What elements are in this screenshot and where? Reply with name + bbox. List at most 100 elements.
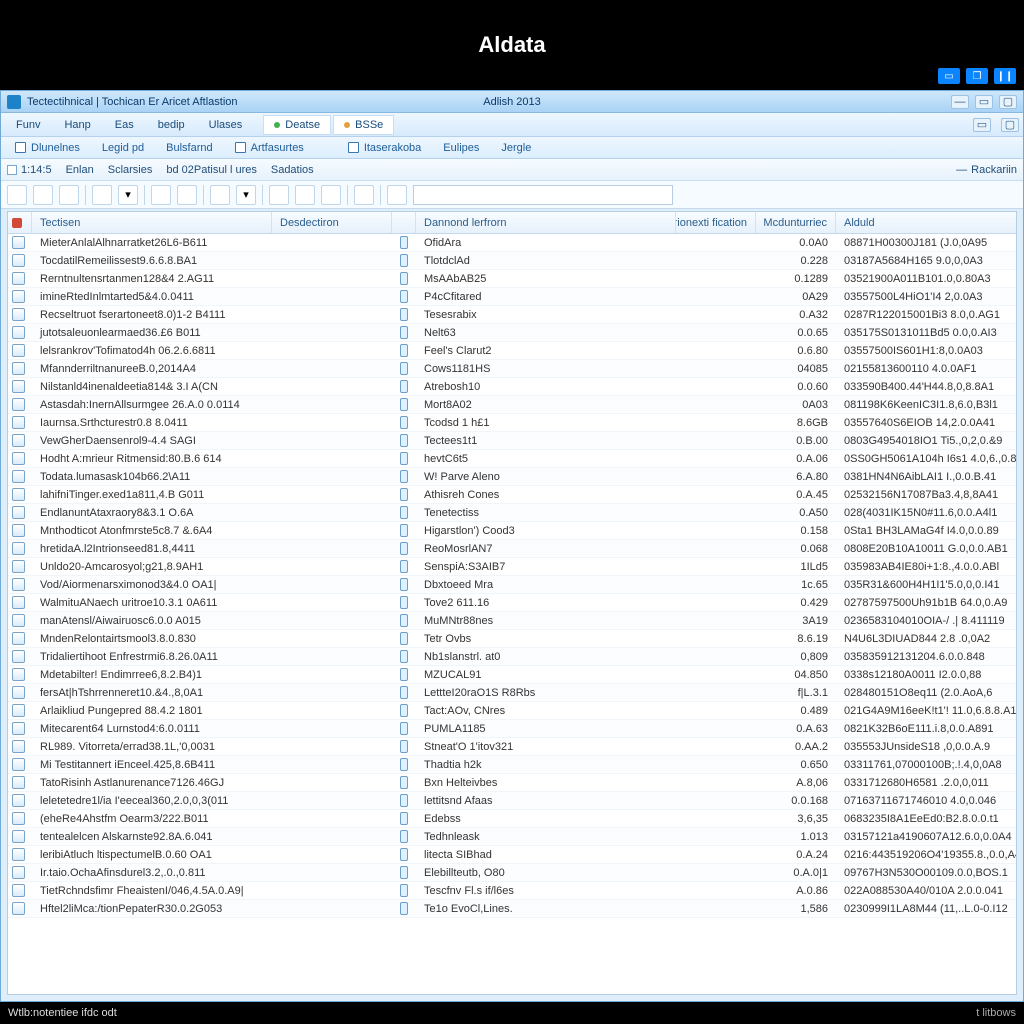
tool-searchbox[interactable] bbox=[413, 185, 673, 205]
table-row[interactable]: Mi Testitannert iEnceel.425,8.6B411Thadt… bbox=[8, 756, 1016, 774]
table-row[interactable]: (eheRe4Ahstfm Oearm3/222.B011Edebss3,6,3… bbox=[8, 810, 1016, 828]
sub-bd02[interactable]: bd 02Patisul l ures bbox=[166, 164, 257, 176]
tab-itaserakoba[interactable]: Itaserakoba bbox=[338, 139, 431, 157]
table-row[interactable]: leribiAtluch ltispectumelB.0.60 OA1litec… bbox=[8, 846, 1016, 864]
tool-table-icon[interactable] bbox=[59, 185, 79, 205]
os-snap-button[interactable]: ▭ bbox=[938, 68, 960, 84]
tool-record-icon[interactable] bbox=[7, 185, 27, 205]
cell-alduld: N4U6L3DIUAD844 2.8 .0,0A2 bbox=[836, 633, 1016, 645]
col-vrionexti[interactable]: Vrionexti fication bbox=[676, 212, 756, 233]
table-row[interactable]: fersAt|hTshrrenneret10.&4.,8,0A1LettteI2… bbox=[8, 684, 1016, 702]
tool-chart2-icon[interactable] bbox=[295, 185, 315, 205]
table-row[interactable]: Tridaliertihoot Enfrestrmi6.8.26.0A11Nb1… bbox=[8, 648, 1016, 666]
tool-sun-icon[interactable] bbox=[92, 185, 112, 205]
col-tectisen[interactable]: Tectisen bbox=[32, 212, 272, 233]
menu-bedip[interactable]: bedip bbox=[147, 115, 196, 135]
tray-icon[interactable]: ▭ bbox=[973, 118, 991, 132]
row-icon bbox=[12, 884, 25, 897]
tool-dropdown[interactable]: ▾ bbox=[118, 185, 138, 205]
tool-chart-icon[interactable] bbox=[269, 185, 289, 205]
tool-grid1-icon[interactable] bbox=[210, 185, 230, 205]
table-row[interactable]: EndlanuntAtaxraory8&3.1 O.6ATenetectiss0… bbox=[8, 504, 1016, 522]
tool-grid2-icon[interactable]: ▾ bbox=[236, 185, 256, 205]
menu-primary-bsse[interactable]: BSSe bbox=[333, 115, 394, 135]
tab-bulsfarnd[interactable]: Bulsfarnd bbox=[156, 139, 222, 157]
cell-name: (eheRe4Ahstfm Oearm3/222.B011 bbox=[32, 813, 272, 825]
tab-artfasurtes[interactable]: Artfasurtes bbox=[225, 139, 314, 157]
table-row[interactable]: WalmituANaech uritroe10.3.1 0A611Tove2 6… bbox=[8, 594, 1016, 612]
menu-primary-deatse[interactable]: Deatse bbox=[263, 115, 331, 135]
col-dannond[interactable]: Dannond lerfrorn bbox=[416, 212, 676, 233]
cell-dannond: PUMLA1185 bbox=[416, 723, 676, 735]
table-row[interactable]: MfannderriltnanureeB.0,2014A4Cows1181HS0… bbox=[8, 360, 1016, 378]
menu-eas[interactable]: Eas bbox=[104, 115, 145, 135]
os-side-button[interactable]: ❙❙ bbox=[994, 68, 1016, 84]
col-desdectiron[interactable]: Desdectiron bbox=[272, 212, 392, 233]
col-mcdun[interactable]: Mcdunturriec bbox=[756, 212, 836, 233]
table-row[interactable]: manAtensl/Aiwairuosc6.0.0 A015MuMNtr88ne… bbox=[8, 612, 1016, 630]
tab-jergle[interactable]: Jergle bbox=[491, 139, 541, 157]
table-row[interactable]: TatoRisinh Astlanurenance7126.46GJBxn He… bbox=[8, 774, 1016, 792]
tool-tbl2-icon[interactable] bbox=[387, 185, 407, 205]
os-max-button[interactable]: ❐ bbox=[966, 68, 988, 84]
table-row[interactable]: Hftel2liMca:/tionPepaterR30.0.2G053Te1o … bbox=[8, 900, 1016, 918]
sub-sadatios[interactable]: Sadatios bbox=[271, 164, 314, 176]
table-row[interactable]: RL989. Vitorreta/errad38.1L,'0,0031Stnea… bbox=[8, 738, 1016, 756]
tool-chart3-icon[interactable] bbox=[321, 185, 341, 205]
col-type[interactable] bbox=[392, 212, 416, 233]
table-row[interactable]: Ir.taio.OchaAfinsdurel3.2,.0.,0.811Elebi… bbox=[8, 864, 1016, 882]
table-row[interactable]: leletetedre1l/ia I'eeceal360,2.0,0,3(011… bbox=[8, 792, 1016, 810]
tab-eulipes[interactable]: Eulipes bbox=[433, 139, 489, 157]
row-icon bbox=[12, 398, 25, 411]
table-row[interactable]: hretidaA.l2Intrionseed81.8,4411ReoMosrlA… bbox=[8, 540, 1016, 558]
table-row[interactable]: Todata.lumasask104b66.2\A11W! Parve Alen… bbox=[8, 468, 1016, 486]
table-row[interactable]: lahifniTinger.exed1a811,4.B G011Athisreh… bbox=[8, 486, 1016, 504]
table-row[interactable]: MieterAnlalAlhnarratket26L6-B611OfidAra0… bbox=[8, 234, 1016, 252]
table-row[interactable]: Nilstanld4inenaldeetia814& 3.I A(CNAtreb… bbox=[8, 378, 1016, 396]
col-alduld[interactable]: Alduld bbox=[836, 212, 1024, 233]
table-row[interactable]: Rerntnultensrtanmen128&4 2.AG11MsAAbAB25… bbox=[8, 270, 1016, 288]
table-row[interactable]: lelsrankrov'Tofimatod4h 06.2.6.6811Feel'… bbox=[8, 342, 1016, 360]
close-button[interactable]: ▢ bbox=[999, 95, 1017, 109]
tool-col1-icon[interactable] bbox=[151, 185, 171, 205]
table-row[interactable]: tentealelcen Alskarnste92.8A.6.041Tedhnl… bbox=[8, 828, 1016, 846]
menu-hanp[interactable]: Hanp bbox=[53, 115, 101, 135]
table-row[interactable]: TocdatilRemeilissest9.6.6.8.BA1TlotdclAd… bbox=[8, 252, 1016, 270]
table-row[interactable]: Mnthodticot Atonfmrste5c8.7 &.6A4Higarst… bbox=[8, 522, 1016, 540]
sub-time: 1:14:5 bbox=[7, 164, 52, 176]
tab-legidpd[interactable]: Legid pd bbox=[92, 139, 154, 157]
minimize-button[interactable]: — bbox=[951, 95, 969, 109]
maximize-button[interactable]: ▭ bbox=[975, 95, 993, 109]
table-row[interactable]: Vod/Aiormenarsximonod3&4.0 OA1|Dbxtoeed … bbox=[8, 576, 1016, 594]
table-row[interactable]: Hodht A:mrieur Ritmensid:80.B.6 614hevtC… bbox=[8, 450, 1016, 468]
cell-name: fersAt|hTshrrenneret10.&4.,8,0A1 bbox=[32, 687, 272, 699]
sub-right[interactable]: — Rackariin bbox=[956, 164, 1017, 176]
table-row[interactable]: Iaurnsa.Srthcturestr0.8 8.0411Tcodsd 1 h… bbox=[8, 414, 1016, 432]
table-row[interactable]: Unldo20-Amcarosyol;g21,8.9AH1SenspiA:S3A… bbox=[8, 558, 1016, 576]
table-row[interactable]: Mdetabilter! Endimrree6,8.2.B4)1MZUCAL91… bbox=[8, 666, 1016, 684]
table-row[interactable]: imineRtedInlmtarted5&4.0.0411P4cCfitared… bbox=[8, 288, 1016, 306]
table-row[interactable]: jutotsaleuonlearmaed36.£6 B011Nelt630.0.… bbox=[8, 324, 1016, 342]
cell-type-icon bbox=[400, 848, 408, 861]
table-row[interactable]: VewGherDaensenrol9-4.4 SAGITectees1t10.B… bbox=[8, 432, 1016, 450]
cell-alduld: 0821K32B6oE111.i.8,0.0.A891 bbox=[836, 723, 1016, 735]
cell-type-icon bbox=[400, 398, 408, 411]
table-body[interactable]: MieterAnlalAlhnarratket26L6-B611OfidAra0… bbox=[8, 234, 1016, 994]
col-icon[interactable] bbox=[8, 212, 32, 233]
table-row[interactable]: Astasdah:InernAllsurmgee 26.A.0 0.0114Mo… bbox=[8, 396, 1016, 414]
menu-funv[interactable]: Funv bbox=[5, 115, 51, 135]
tool-calendar-icon[interactable] bbox=[354, 185, 374, 205]
sub-sclarsies[interactable]: Sclarsies bbox=[108, 164, 153, 176]
tab-dlunelnes[interactable]: Dlunelnes bbox=[5, 139, 90, 157]
menu-ulases[interactable]: Ulases bbox=[198, 115, 254, 135]
cell-name: Recseltruot fserartoneet8.0)1-2 B4111 bbox=[32, 309, 272, 321]
tool-col2-icon[interactable] bbox=[177, 185, 197, 205]
sub-enlan[interactable]: Enlan bbox=[66, 164, 94, 176]
box-icon[interactable]: ▢ bbox=[1001, 118, 1019, 132]
table-row[interactable]: Mitecarent64 Lurnstod4:6.0.0111PUMLA1185… bbox=[8, 720, 1016, 738]
table-row[interactable]: Recseltruot fserartoneet8.0)1-2 B4111Tes… bbox=[8, 306, 1016, 324]
table-row[interactable]: TietRchndsfimr FheaistenI/046,4.5A.0.A9|… bbox=[8, 882, 1016, 900]
table-row[interactable]: Arlaikliud Pungepred 88.4.2 1801Tact:AOv… bbox=[8, 702, 1016, 720]
table-row[interactable]: MndenRelontairtsmool3.8.0.830Tetr Ovbs8.… bbox=[8, 630, 1016, 648]
tool-globe-icon[interactable] bbox=[33, 185, 53, 205]
